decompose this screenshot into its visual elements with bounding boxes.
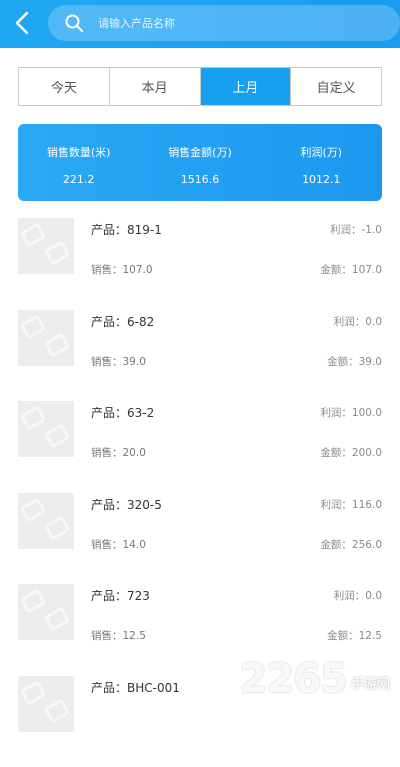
- product-profit: 利润：116.0: [320, 497, 382, 512]
- stat-sales-amount: 销售金额(万) 1516.6: [139, 124, 260, 201]
- list-item[interactable]: 产品：63-2 销售：20.0 利润：100.0 金额：200.0: [0, 401, 400, 493]
- tab-this-month[interactable]: 本月: [110, 68, 201, 105]
- stat-profit: 利润(万) 1012.1: [261, 124, 382, 201]
- product-amount: 金额：107.0: [320, 262, 382, 277]
- product-image-placeholder-icon: [18, 493, 74, 549]
- product-amount: 金额：39.0: [327, 354, 382, 369]
- product-profit: 利润：-1.0: [330, 222, 382, 237]
- list-item[interactable]: 产品：320-5 销售：14.0 利润：116.0 金额：256.0: [0, 493, 400, 585]
- header-bar: 请输入产品名称: [0, 0, 400, 48]
- stat-label: 销售数量(米): [18, 144, 139, 160]
- stat-label: 销售金额(万): [139, 144, 260, 160]
- product-sales: 销售：107.0: [91, 262, 153, 277]
- search-icon: [64, 13, 84, 33]
- product-name: 产品：6-82: [91, 313, 154, 330]
- search-placeholder: 请输入产品名称: [98, 15, 175, 31]
- watermark-number: 2265: [240, 656, 347, 702]
- product-profit: 利润：0.0: [334, 588, 382, 603]
- list-item[interactable]: 产品：819-1 销售：107.0 利润：-1.0 金额：107.0: [0, 218, 400, 310]
- product-sales: 销售：20.0: [91, 445, 146, 460]
- list-item[interactable]: 产品：6-82 销售：39.0 利润：0.0 金额：39.0: [0, 310, 400, 402]
- stat-label: 利润(万): [261, 144, 382, 160]
- product-image-placeholder-icon: [18, 401, 74, 457]
- stat-value: 1516.6: [139, 173, 260, 186]
- tab-last-month[interactable]: 上月: [201, 68, 292, 105]
- search-input[interactable]: 请输入产品名称: [48, 5, 400, 41]
- date-filter-tabs: 今天 本月 上月 自定义: [18, 67, 382, 106]
- site-watermark-logo: 2265 手游网: [240, 656, 390, 702]
- product-image-placeholder-icon: [18, 218, 74, 274]
- product-name: 产品：819-1: [91, 221, 162, 238]
- summary-card: 销售数量(米) 221.2 销售金额(万) 1516.6 利润(万) 1012.…: [18, 124, 382, 201]
- product-profit: 利润：100.0: [320, 405, 382, 420]
- product-amount: 金额：200.0: [320, 445, 382, 460]
- product-sales: 销售：12.5: [91, 628, 146, 643]
- back-icon[interactable]: [10, 10, 36, 36]
- product-sales: 销售：14.0: [91, 537, 146, 552]
- product-name: 产品：723: [91, 587, 150, 604]
- tab-today[interactable]: 今天: [19, 68, 110, 105]
- product-image-placeholder-icon: [18, 676, 74, 732]
- product-amount: 金额：12.5: [327, 628, 382, 643]
- product-name: 产品：BHC-001: [91, 679, 180, 696]
- product-image-placeholder-icon: [18, 584, 74, 640]
- stat-sales-quantity: 销售数量(米) 221.2: [18, 124, 139, 201]
- tab-custom[interactable]: 自定义: [291, 68, 381, 105]
- product-image-placeholder-icon: [18, 310, 74, 366]
- stat-value: 221.2: [18, 173, 139, 186]
- stat-value: 1012.1: [261, 173, 382, 186]
- product-name: 产品：320-5: [91, 496, 162, 513]
- product-profit: 利润：0.0: [334, 314, 382, 329]
- product-sales: 销售：39.0: [91, 354, 146, 369]
- watermark-site: 手游网: [351, 673, 390, 692]
- product-amount: 金额：256.0: [320, 537, 382, 552]
- product-name: 产品：63-2: [91, 404, 154, 421]
